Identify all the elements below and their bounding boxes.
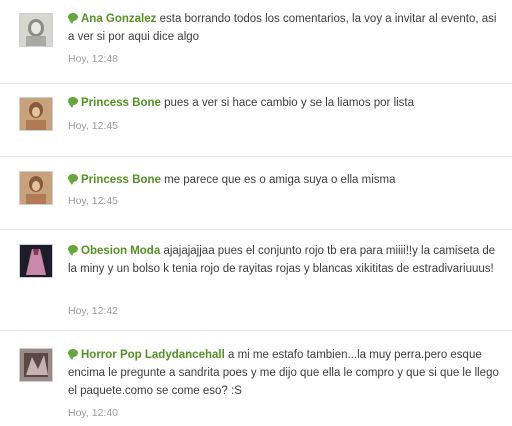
avatar[interactable] [19, 244, 53, 278]
avatar[interactable] [19, 348, 53, 382]
author-link[interactable]: Ana Gonzalez [81, 13, 156, 25]
comment-body: Princess Bone me parece que es o amiga s… [68, 171, 504, 189]
comment-feed: Ana Gonzalez esta borrando todos los com… [0, 0, 512, 426]
author-link[interactable]: Princess Bone [81, 174, 161, 186]
timestamp: Hoy, 12:42 [68, 305, 119, 317]
dress-avatar-icon [20, 245, 52, 277]
timestamp: Hoy, 12:45 [68, 120, 119, 132]
author-link[interactable]: Obesion Moda [81, 245, 160, 257]
comment-body: Princess Bone pues a ver si hace cambio … [68, 94, 504, 112]
comment-item: Princess Bone me parece que es o amiga s… [0, 157, 512, 230]
portrait-avatar-icon [20, 98, 52, 130]
comment-bubble-icon [68, 245, 78, 256]
avatar[interactable] [19, 171, 53, 205]
comment-body: Obesion Moda ajajajajjaa pues el conjunt… [68, 242, 504, 278]
comment-bubble-icon [68, 174, 78, 185]
comment-item: Princess Bone pues a ver si hace cambio … [0, 84, 512, 157]
comment-item: Ana Gonzalez esta borrando todos los com… [0, 0, 512, 84]
timestamp: Hoy, 12:40 [68, 407, 119, 419]
timestamp: Hoy, 12:45 [68, 195, 119, 207]
author-link[interactable]: Princess Bone [81, 97, 161, 109]
comment-body: Horror Pop Ladydancehall a mi me estafo … [68, 346, 504, 400]
fashion-avatar-icon [20, 349, 52, 381]
comment-item: Obesion Moda ajajajajjaa pues el conjunt… [0, 230, 512, 331]
comment-body: Ana Gonzalez esta borrando todos los com… [68, 10, 504, 46]
comment-bubble-icon [68, 13, 78, 24]
comment-text: pues a ver si hace cambio y se la liamos… [164, 97, 415, 109]
avatar[interactable] [19, 97, 53, 131]
comment-text: me parece que es o amiga suya o ella mis… [164, 174, 396, 186]
avatar[interactable] [19, 13, 53, 47]
stone-statue-avatar-icon [20, 14, 52, 46]
portrait-avatar-icon [20, 172, 52, 204]
author-link[interactable]: Horror Pop Ladydancehall [81, 349, 225, 361]
comment-bubble-icon [68, 97, 78, 108]
timestamp: Hoy, 12:48 [68, 53, 119, 65]
comment-item: Horror Pop Ladydancehall a mi me estafo … [0, 331, 512, 426]
comment-bubble-icon [68, 349, 78, 360]
